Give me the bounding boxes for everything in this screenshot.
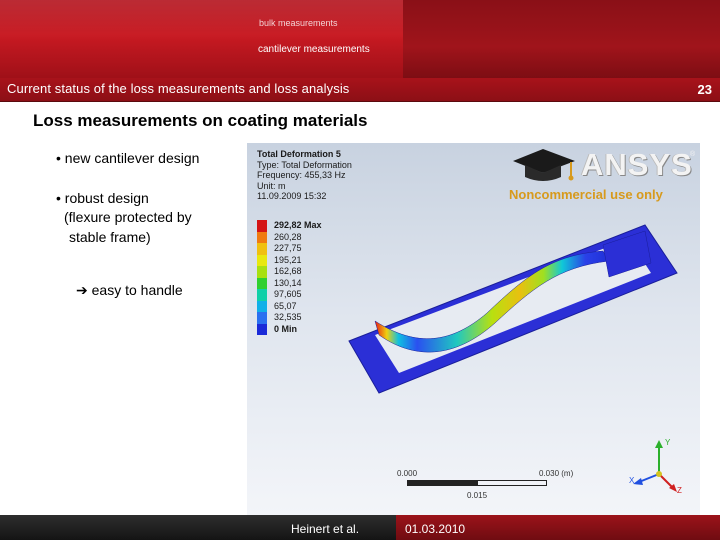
ansys-logo: ANSYS ® Noncommercial use only [509,143,699,203]
axis-x-label: X [629,476,635,485]
nav-cantilever-measurements[interactable]: cantilever measurements [258,44,370,55]
bullet-robust-detail-2: stable frame) [69,229,151,245]
scale-label-left: 0.000 [397,469,418,478]
footer-bar: Heinert et al. 01.03.2010 [0,515,720,540]
scale-label-mid: 0.015 [467,491,488,500]
axis-triad: Y X Z [629,438,689,498]
title-bar: Current status of the loss measurements … [0,78,720,102]
axis-z-label: Z [677,486,682,495]
bullet-new-design: • new cantilever design [56,150,200,166]
arrow-right-icon: ➔ [76,282,88,298]
noncommercial-notice: Noncommercial use only [509,187,663,202]
bullet-robust-design: • robust design [56,190,149,206]
registered-mark: ® [690,151,696,158]
ansys-logo-text: ANSYS [581,147,693,182]
footer-author: Heinert et al. [291,522,360,536]
header-banner [0,0,403,78]
nav-bulk-measurements[interactable]: bulk measurements [259,18,338,28]
slide-number: 23 [697,82,712,97]
bullet-robust-detail-1: (flexure protected by [64,209,192,225]
bullet-easy-handle: ➔ easy to handle [76,280,183,300]
footer-date: 01.03.2010 [405,522,466,536]
axis-y-label: Y [665,438,671,447]
scale-bar: 0.000 0.030 (m) 0.015 [397,468,597,508]
content-heading: Loss measurements on coating materials [33,111,368,130]
header-banner-right [403,0,720,78]
scale-bar-graphic [407,480,547,486]
scale-label-right: 0.030 (m) [539,469,574,478]
graduation-cap-icon [513,149,575,181]
ansys-simulation-figure: Total Deformation 5 Type: Total Deformat… [247,143,700,515]
slide-title: Current status of the loss measurements … [7,81,350,96]
bullet-easy-handle-text: easy to handle [91,282,183,298]
